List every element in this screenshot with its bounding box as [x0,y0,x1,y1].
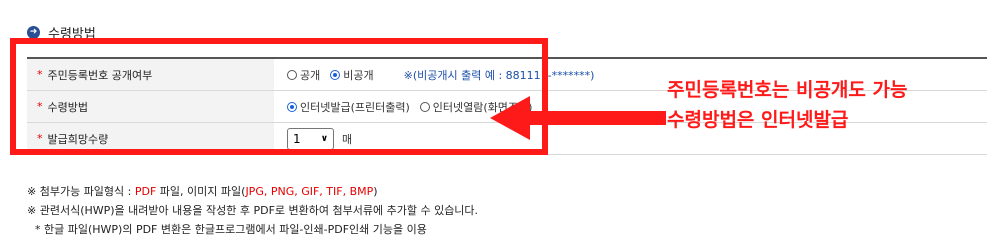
note-text: ) [373,185,378,198]
note-hwp-pdf: * 한글 파일(HWP)의 PDF 변환은 한글프로그램에서 파일-인쇄-PDF… [35,223,427,236]
notes: ※ 첨부가능 파일형식 : PDF 파일, 이미지 파일(JPG, PNG, G… [27,182,478,239]
highlight-box [10,38,548,155]
red-arrow-icon [490,96,666,140]
arrow-circle-icon: ➜ [27,25,40,39]
note-file-format: ※ 첨부가능 파일형식 : PDF 파일, 이미지 파일(JPG, PNG, G… [27,182,478,201]
note-hwp-convert: ※ 관련서식(HWP)을 내려받아 내용을 작성한 후 PDF로 변환하여 첨부… [27,204,479,217]
note-pdf: PDF [134,185,157,198]
note-text: 파일, 이미지 파일( [156,185,246,198]
note-text: ※ 첨부가능 파일형식 : [27,185,135,198]
annotation-line-2: 수령방법은 인터넷발급 [667,109,849,131]
note-image-types: JPG, PNG, GIF, TIF, BMP [245,185,374,198]
annotation-line-1: 주민등록번호는 비공개도 가능 [667,79,908,101]
